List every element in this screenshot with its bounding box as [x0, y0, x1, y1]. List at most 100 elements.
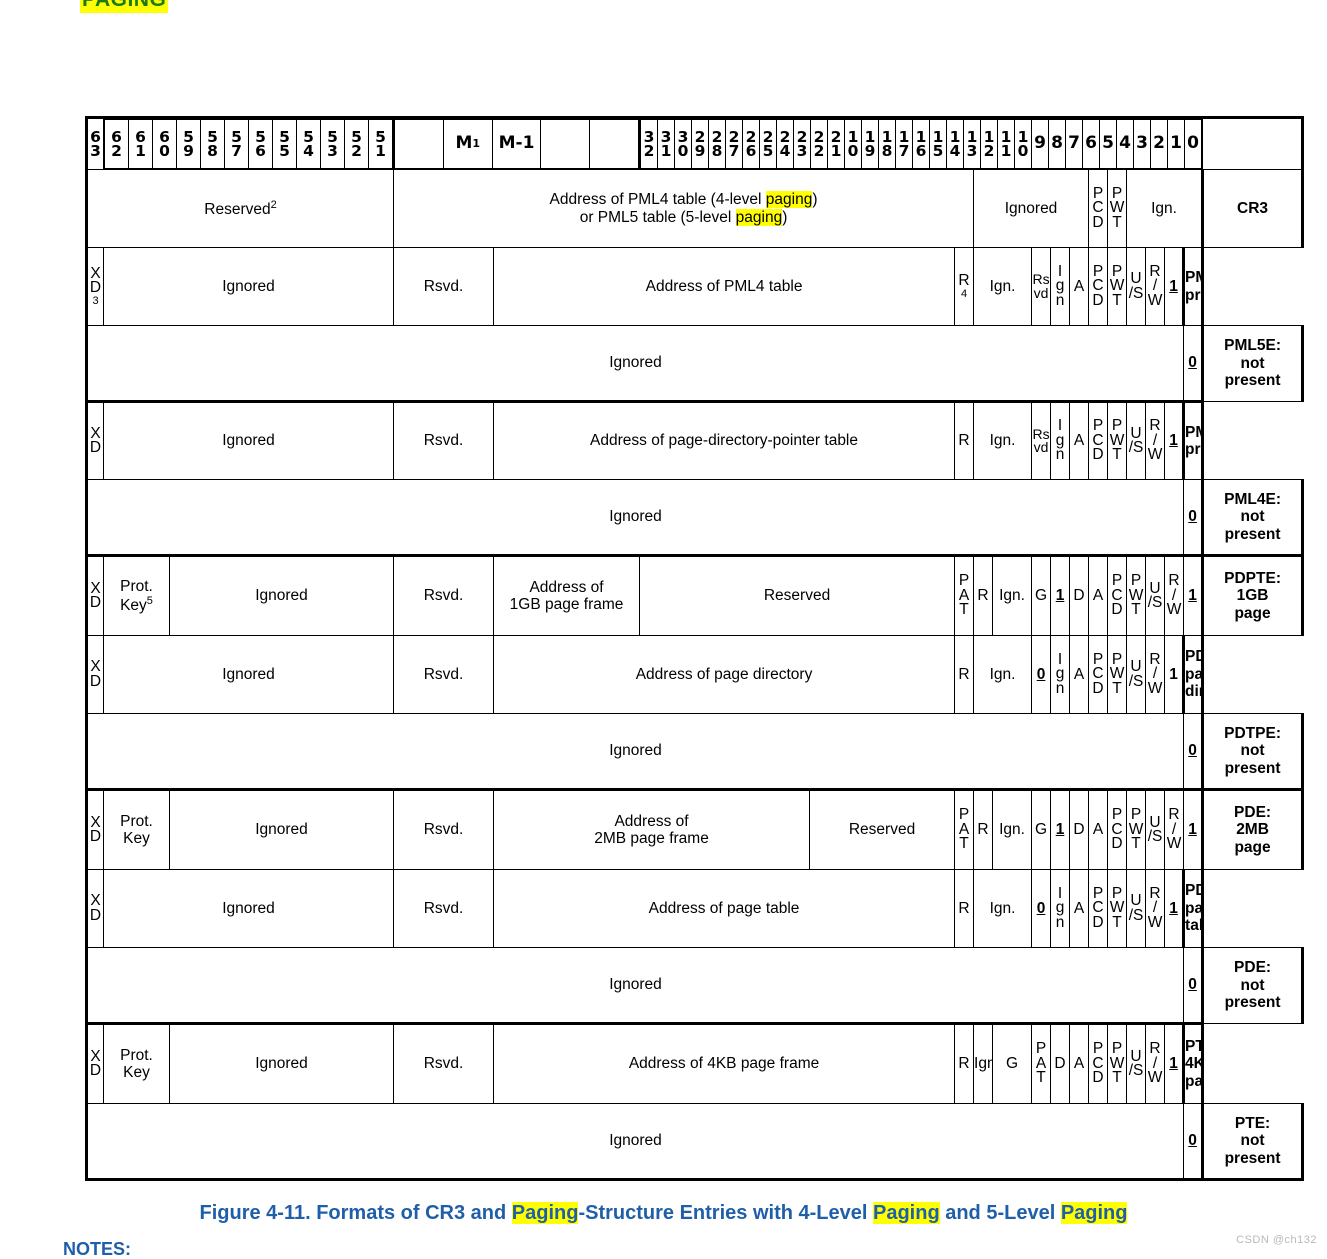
bit-number-16: 16 — [912, 120, 931, 169]
bit-number-blank — [394, 120, 444, 169]
pdept-row-label: PDE: page table — [1182, 869, 1205, 948]
pte4kb-xd-cell: XD — [85, 1022, 104, 1104]
bit-number-24: 24 — [776, 120, 795, 169]
pte4kb-present-bit: 1 — [1164, 1022, 1185, 1104]
bit-number-29: 29 — [691, 120, 710, 169]
bit-number-0: 0 — [1184, 120, 1202, 169]
pml5e-pwt-cell: PWT — [1107, 247, 1128, 326]
pml4e-rw-stack: R / W — [1147, 417, 1163, 464]
cr3-reserved-cell: Reserved2 — [84, 169, 395, 248]
pde2mb-xd-cell: XD — [85, 788, 104, 870]
pml4e-present-bit: 1 — [1164, 400, 1185, 480]
pdptepd-xd-cell: XD — [85, 635, 104, 714]
pml5e-r-cell: R4 — [954, 247, 975, 326]
pml5e-np-ignored-cell: Ignored — [84, 325, 1185, 402]
bit-number-1: 1 — [1167, 120, 1186, 169]
page-section-heading: PAGING — [80, 0, 169, 13]
pdept-rw-cell: R / W — [1145, 869, 1166, 948]
pde2mb-pwt-stack: PWT — [1128, 806, 1144, 853]
pml4e-ign2-cell: Ign — [1050, 400, 1071, 480]
pml5e-present-bit: 1 — [1164, 247, 1185, 326]
pdtpe-np-ignored-cell: Ignored — [84, 713, 1185, 790]
cr3-address-line1b: ) — [812, 191, 818, 209]
pml4e-us-cell: U/S — [1126, 400, 1147, 480]
bit-number-7: 7 — [1065, 120, 1084, 169]
bit-number-27: 27 — [725, 120, 744, 169]
bit-number-28: 28 — [708, 120, 727, 169]
pml4e-ign-cell: Ign. — [973, 400, 1033, 480]
pde2mb-rw-stack: R / W — [1166, 806, 1182, 853]
pde2mb-d-cell: D — [1069, 788, 1090, 870]
pte4kb-d-cell: D — [1050, 1022, 1071, 1104]
row-pde-page-table: XD Ignored Rsvd. Address of page table R… — [85, 869, 1303, 948]
bit-number-57: 57 — [224, 120, 249, 169]
pml5e-rsvd2-cell: Rs vd — [1031, 247, 1052, 326]
pml4e-pwt-stack: PWT — [1109, 417, 1125, 464]
pde2mb-ps-bit: 1 — [1050, 788, 1071, 870]
pml4e-np-ignored-cell: Ignored — [84, 479, 1185, 556]
caption-highlight-2: Paging — [872, 1202, 940, 1224]
pde2mb-xd-stack: XD — [89, 813, 102, 845]
pdpte1gb-reserved-cell: Reserved — [639, 554, 956, 636]
pdpte1gb-us-cell: U/S — [1145, 554, 1166, 636]
pde2mb-address-cell: Address of 2MB page frame — [493, 788, 811, 870]
pml4e-row-label: PML4E: present — [1182, 400, 1205, 480]
bit-number-56: 56 — [248, 120, 273, 169]
pdtpe-np-present-bit: 0 — [1183, 713, 1204, 790]
pml5e-row-label: PML5E: present — [1182, 247, 1205, 326]
pml4e-pcd-stack: PCD — [1092, 417, 1104, 464]
pdptepd-row-label: PDPTE: page directory — [1182, 635, 1205, 714]
pml5e-us-stack: U/S — [1128, 270, 1144, 302]
bit-number-58: 58 — [200, 120, 225, 169]
bit-number-blank — [589, 120, 639, 169]
pml5e-rsvd2-stack: Rs vd — [1032, 271, 1050, 301]
bit-number-22: 22 — [810, 120, 829, 169]
pde2mb-ignored-cell: Ignored — [168, 788, 395, 870]
pte4kb-a-cell: A — [1069, 1022, 1090, 1104]
bit-number-62: 62 — [104, 120, 129, 169]
pml5e-rw-stack: R / W — [1147, 262, 1163, 309]
bit-number-2: 2 — [1150, 120, 1169, 169]
pte4kb-rw-cell: R / W — [1145, 1022, 1166, 1104]
pml4e-xd-cell: XD — [85, 400, 104, 480]
bit-number-60: 60 — [152, 120, 177, 169]
pml5e-ign2-stack: Ign — [1055, 262, 1065, 309]
pdptepd-pwt-cell: PWT — [1107, 635, 1128, 714]
pdpte1gb-row-label: PDPTE: 1GB page — [1201, 554, 1305, 636]
pdpte1gb-present-bit: 1 — [1183, 554, 1204, 636]
pdpte1gb-rw-stack: R / W — [1166, 572, 1182, 619]
pde2mb-r-cell: R — [973, 788, 994, 870]
pde2mb-us-stack: U/S — [1147, 813, 1163, 845]
bit-number-5: 5 — [1099, 120, 1118, 169]
pdpte1gb-a-cell: A — [1088, 554, 1109, 636]
pde-np-present-bit: 0 — [1183, 947, 1204, 1024]
pdptepd-ign2-stack: Ign — [1055, 650, 1065, 697]
row-pte-not-present: Ignored 0 PTE: not present — [84, 1103, 1305, 1181]
pde2mb-rsvd-cell: Rsvd. — [393, 788, 495, 870]
cr3-pcd-cell: PCD — [1088, 169, 1109, 248]
bit-number-52: 52 — [344, 120, 369, 169]
pml5e-us-cell: U/S — [1126, 247, 1147, 326]
row-pde-2mb: XD Prot. Key Ignored Rsvd. Address of 2M… — [85, 788, 1305, 870]
bit-number-31: 31 — [657, 120, 676, 169]
cr3-ignored-cell: Ignored — [973, 169, 1090, 248]
bit-number-M: M1 — [442, 120, 493, 169]
pdept-a-cell: A — [1069, 869, 1090, 948]
pte4kb-us-cell: U/S — [1126, 1022, 1147, 1104]
pdept-present-bit: 1 — [1164, 869, 1185, 948]
pdpte1gb-us-stack: U/S — [1147, 579, 1163, 611]
row-pte-4kb: XD Prot. Key Ignored Rsvd. Address of 4K… — [85, 1022, 1303, 1104]
bit-number-13: 13 — [963, 120, 982, 169]
pml5e-rw-cell: R / W — [1145, 247, 1166, 326]
bit-number-15: 15 — [929, 120, 948, 169]
pdpte1gb-xd-cell: XD — [85, 554, 104, 636]
pdptepd-ps-bit: 0 — [1031, 635, 1052, 714]
pml5e-xd-stack: XD3 — [89, 264, 102, 307]
pte4kb-ignored-cell: Ignored — [168, 1022, 395, 1104]
pde-np-row-label: PDE: not present — [1201, 947, 1305, 1024]
pml5e-ign-cell: Ign. — [973, 247, 1033, 326]
bit-number-21: 21 — [827, 120, 846, 169]
pte4kb-r-cell: R — [954, 1022, 975, 1104]
pde2mb-pcd-stack: PCD — [1111, 806, 1123, 853]
bit-number-4: 4 — [1116, 120, 1135, 169]
